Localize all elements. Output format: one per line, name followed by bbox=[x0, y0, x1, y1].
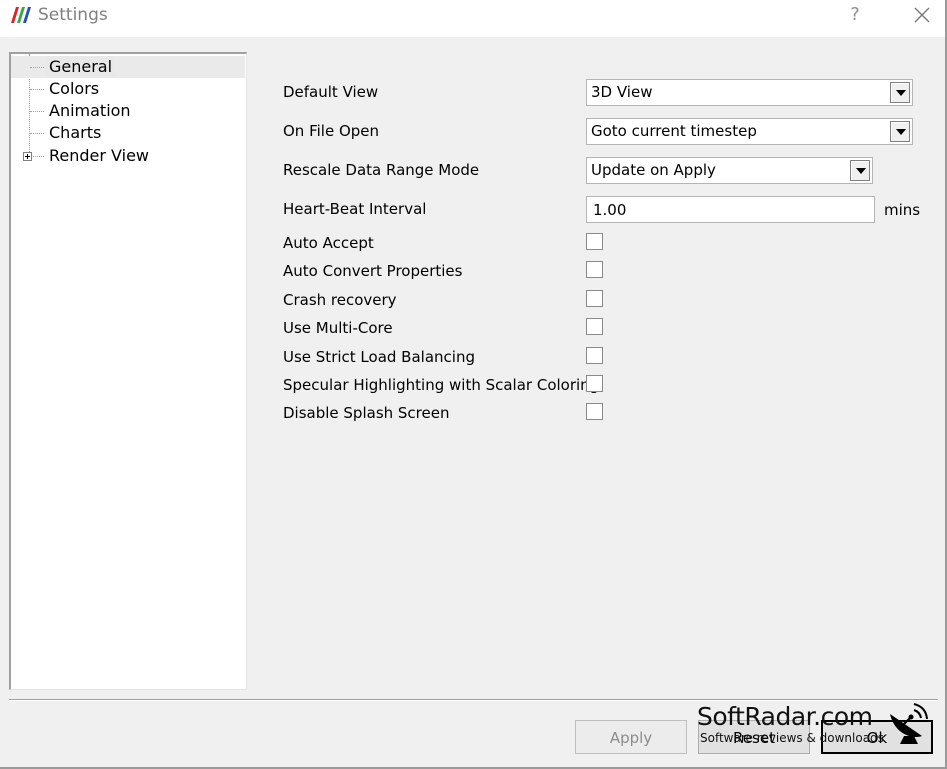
close-icon[interactable] bbox=[908, 2, 936, 28]
tree-item-general[interactable]: General bbox=[11, 56, 245, 78]
on-file-open-combo[interactable]: Goto current timestep bbox=[586, 118, 913, 145]
strict-load-balancing-label: Use Strict Load Balancing bbox=[283, 348, 475, 366]
help-button[interactable]: ? bbox=[846, 2, 864, 28]
settings-category-tree[interactable]: General Colors Animation Charts Render V… bbox=[9, 52, 247, 690]
default-view-value: 3D View bbox=[591, 83, 653, 101]
tree-item-label: Charts bbox=[49, 123, 102, 142]
auto-convert-properties-checkbox[interactable] bbox=[586, 261, 603, 278]
auto-convert-properties-label: Auto Convert Properties bbox=[283, 262, 463, 280]
chevron-down-icon[interactable] bbox=[890, 121, 910, 142]
rescale-mode-label: Rescale Data Range Mode bbox=[283, 161, 480, 179]
default-view-combo[interactable]: 3D View bbox=[586, 79, 913, 106]
tree-item-label: Animation bbox=[49, 101, 131, 120]
tree-connector bbox=[30, 111, 44, 112]
satellite-dish-icon bbox=[890, 703, 928, 744]
specular-highlighting-checkbox[interactable] bbox=[586, 375, 603, 392]
chevron-down-icon[interactable] bbox=[850, 160, 870, 181]
strict-load-balancing-checkbox[interactable] bbox=[586, 347, 603, 364]
heartbeat-interval-input[interactable] bbox=[586, 196, 875, 223]
use-multi-core-label: Use Multi-Core bbox=[283, 319, 393, 337]
tree-connector bbox=[30, 67, 44, 68]
watermark-subtitle: Software reviews & downloads bbox=[700, 731, 884, 745]
tree-item-label: Colors bbox=[49, 79, 100, 98]
dialog-separator bbox=[9, 699, 938, 701]
use-multi-core-checkbox[interactable] bbox=[586, 318, 603, 335]
tree-item-label: General bbox=[46, 56, 116, 78]
auto-accept-label: Auto Accept bbox=[283, 234, 374, 252]
paraview-logo-icon bbox=[11, 7, 31, 23]
tree-connector bbox=[30, 89, 44, 90]
watermark-title: SoftRadar.com bbox=[697, 702, 873, 731]
auto-accept-checkbox[interactable] bbox=[586, 233, 603, 250]
heartbeat-label: Heart-Beat Interval bbox=[283, 200, 427, 218]
softradar-watermark: SoftRadar.com Software reviews & downloa… bbox=[697, 702, 937, 752]
tree-item-colors[interactable]: Colors bbox=[11, 78, 245, 100]
tree-connector bbox=[30, 133, 44, 134]
window-title: Settings bbox=[38, 5, 108, 25]
tree-item-animation[interactable]: Animation bbox=[11, 100, 245, 122]
chevron-down-icon[interactable] bbox=[890, 82, 910, 103]
on-file-open-label: On File Open bbox=[283, 122, 380, 140]
tree-connector bbox=[33, 156, 44, 157]
on-file-open-value: Goto current timestep bbox=[591, 122, 757, 140]
rescale-mode-combo[interactable]: Update on Apply bbox=[586, 157, 873, 184]
apply-button[interactable]: Apply bbox=[575, 720, 687, 754]
specular-highlighting-label: Specular Highlighting with Scalar Colori… bbox=[283, 376, 600, 394]
crash-recovery-label: Crash recovery bbox=[283, 291, 397, 309]
disable-splash-screen-checkbox[interactable] bbox=[586, 403, 603, 420]
default-view-label: Default View bbox=[283, 83, 379, 101]
heartbeat-unit: mins bbox=[884, 201, 921, 219]
tree-item-render-view[interactable]: Render View bbox=[11, 145, 245, 167]
tree-item-label: Render View bbox=[49, 146, 150, 165]
expand-plus-icon[interactable] bbox=[23, 152, 32, 161]
crash-recovery-checkbox[interactable] bbox=[586, 290, 603, 307]
tree-item-charts[interactable]: Charts bbox=[11, 122, 245, 144]
disable-splash-screen-label: Disable Splash Screen bbox=[283, 404, 450, 422]
rescale-mode-value: Update on Apply bbox=[591, 161, 716, 179]
title-bar: Settings ? bbox=[0, 0, 947, 37]
